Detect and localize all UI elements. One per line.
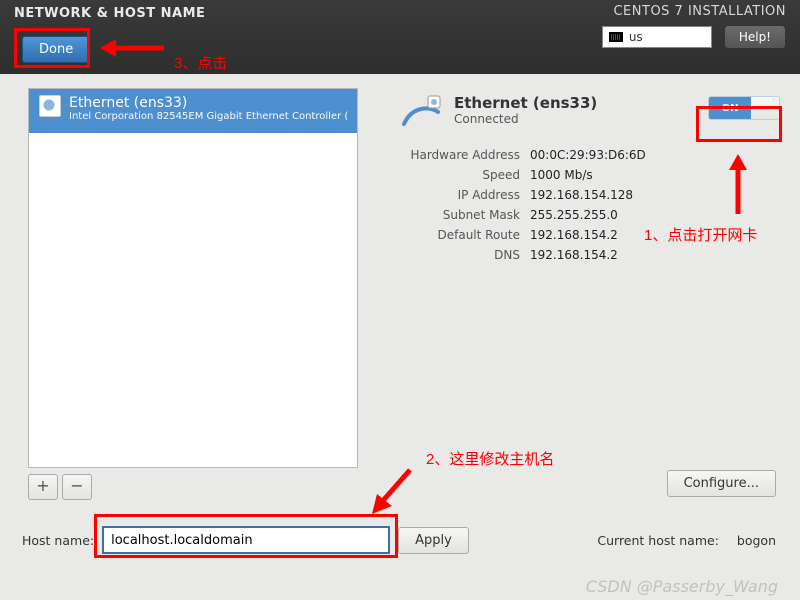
toggle-on-label: ON xyxy=(709,97,751,119)
remove-nic-button[interactable]: − xyxy=(62,474,92,500)
hostname-row: Host name: Apply xyxy=(22,526,469,554)
nic-list: Ethernet (ens33) Intel Corporation 82545… xyxy=(28,88,358,468)
prop-row: Speed1000 Mb/s xyxy=(400,168,780,182)
prop-row: DNS192.168.154.2 xyxy=(400,248,780,262)
keyboard-layout-label: us xyxy=(629,30,643,44)
current-hostname-value: bogon xyxy=(737,533,776,548)
add-nic-button[interactable]: + xyxy=(28,474,58,500)
connection-toggle[interactable]: ON xyxy=(708,96,780,120)
nic-detail: Ethernet (ens33) Connected ON Hardware A… xyxy=(400,94,780,268)
done-button[interactable]: Done xyxy=(22,36,90,63)
configure-button[interactable]: Configure... xyxy=(667,470,776,497)
prop-row: Hardware Address00:0C:29:93:D6:6D xyxy=(400,148,780,162)
nic-properties: Hardware Address00:0C:29:93:D6:6D Speed1… xyxy=(400,148,780,262)
current-hostname: Current host name: bogon xyxy=(597,533,776,548)
apply-button[interactable]: Apply xyxy=(398,527,469,554)
hostname-label: Host name: xyxy=(22,533,94,548)
main-area: Ethernet (ens33) Intel Corporation 82545… xyxy=(0,74,800,600)
help-button[interactable]: Help! xyxy=(724,25,786,49)
header-right: CENTOS 7 INSTALLATION us Help! xyxy=(602,4,786,49)
keyboard-icon xyxy=(609,32,623,42)
detail-status: Connected xyxy=(454,112,597,126)
nic-item-subtitle: Intel Corporation 82545EM Gigabit Ethern… xyxy=(69,111,348,122)
keyboard-layout-selector[interactable]: us xyxy=(602,26,712,48)
header-bar: NETWORK & HOST NAME Done CENTOS 7 INSTAL… xyxy=(0,0,800,74)
nic-list-panel: Ethernet (ens33) Intel Corporation 82545… xyxy=(28,88,358,500)
hostname-input[interactable] xyxy=(102,526,390,554)
prop-row: IP Address192.168.154.128 xyxy=(400,188,780,202)
current-hostname-label: Current host name: xyxy=(597,533,719,548)
ethernet-large-icon xyxy=(400,94,442,130)
toggle-knob xyxy=(751,97,779,119)
prop-row: Subnet Mask255.255.255.0 xyxy=(400,208,780,222)
install-title: CENTOS 7 INSTALLATION xyxy=(602,4,786,19)
prop-row: Default Route192.168.154.2 xyxy=(400,228,780,242)
detail-title: Ethernet (ens33) xyxy=(454,94,597,112)
nic-list-item[interactable]: Ethernet (ens33) Intel Corporation 82545… xyxy=(29,89,357,133)
nic-item-title: Ethernet (ens33) xyxy=(69,95,348,111)
ethernet-icon xyxy=(39,95,61,117)
